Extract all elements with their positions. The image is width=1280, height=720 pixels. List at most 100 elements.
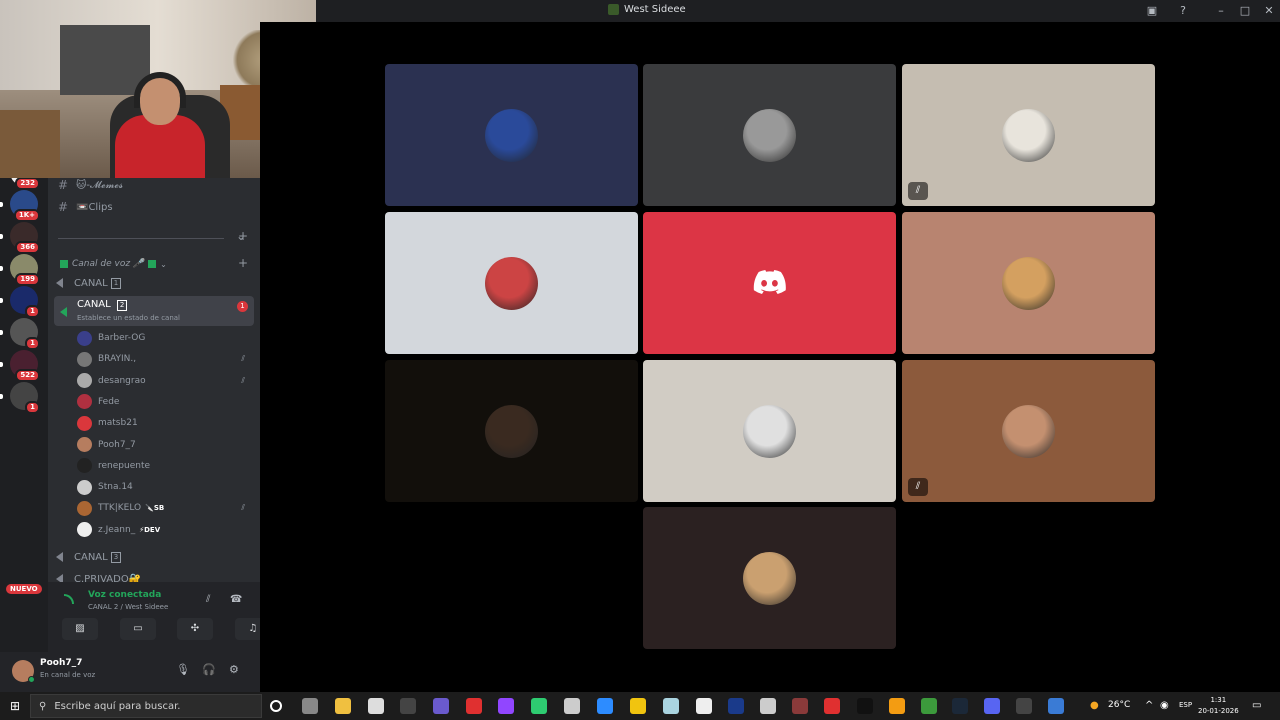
user-name[interactable]: Pooh7_7 [40, 658, 82, 668]
channel-status[interactable]: Establece un estado de canal [77, 314, 180, 322]
app-icon[interactable] [400, 698, 416, 714]
inbox-icon[interactable]: ▣ [1144, 3, 1160, 19]
settings-gear-icon[interactable]: ⚙ [229, 663, 239, 676]
participant-tile[interactable] [643, 64, 896, 206]
voice-channel-canal-2[interactable]: CANAL 2 Establece un estado de canal 1 [54, 296, 254, 326]
weather-icon[interactable]: ● [1090, 700, 1099, 711]
zoom-icon[interactable] [597, 698, 613, 714]
channel-name-active: CANAL 2 [77, 299, 128, 311]
chevron-down-icon: ⌄ [160, 259, 167, 269]
language-indicator[interactable]: ESP [1179, 701, 1192, 709]
chrome-icon[interactable] [1048, 698, 1064, 714]
notepad-icon[interactable] [368, 698, 384, 714]
taskbar-search-box[interactable]: ⚲ Escribe aquí para buscar. [30, 694, 262, 718]
maximize-button[interactable]: □ [1237, 3, 1253, 19]
discord-icon[interactable] [984, 698, 1000, 714]
participant-tile[interactable] [643, 507, 896, 649]
participant-tile[interactable] [902, 212, 1155, 354]
voice-channel-canal-3[interactable]: CANAL 3 [56, 547, 254, 567]
server-badge: 232 [15, 177, 40, 190]
copilot-icon[interactable] [433, 698, 449, 714]
voice-user[interactable]: Fede [77, 392, 255, 412]
temperature[interactable]: 26°C [1108, 700, 1130, 710]
add-voice-channel-icon[interactable]: + [238, 256, 248, 270]
participant-tile[interactable] [385, 212, 638, 354]
minimize-button[interactable]: – [1213, 3, 1229, 19]
participant-tile[interactable] [643, 212, 896, 354]
capcut-icon[interactable] [696, 698, 712, 714]
server-badge: 366 [15, 241, 40, 254]
search-placeholder: Escribe aquí para buscar. [54, 700, 181, 712]
app-icon[interactable] [792, 698, 808, 714]
server-icon[interactable]: 1 [0, 382, 40, 414]
server-icon[interactable]: 199 [0, 254, 40, 286]
voice-channel-path[interactable]: CANAL 2 / West Sideee [88, 603, 168, 611]
activities-button[interactable]: ✣ [177, 618, 213, 640]
minecraft-icon[interactable] [921, 698, 937, 714]
new-servers-badge[interactable]: NUEVO [6, 584, 42, 594]
file-explorer-icon[interactable] [335, 698, 351, 714]
disconnect-icon[interactable]: ☎ [230, 594, 242, 605]
voice-user[interactable]: BRAYIN., ⫽ [77, 349, 255, 369]
text-channel-memes[interactable]: # 🐱-𝓜𝓮𝓶𝓮𝓼 [56, 175, 254, 195]
voice-category[interactable]: Canal de voz 🎤 ⌄ [60, 259, 167, 269]
voice-user[interactable]: Pooh7_7 [77, 435, 255, 455]
app-icon[interactable] [728, 698, 744, 714]
task-view-icon[interactable] [302, 698, 318, 714]
voice-user[interactable]: z.Jeann_ ⚡DEV [77, 520, 255, 540]
app-icon[interactable] [889, 698, 905, 714]
server-icon[interactable]: 522 [0, 350, 40, 382]
voice-user[interactable]: TTK|KELO 🔪SB ⫽ [77, 498, 255, 518]
close-button[interactable]: ✕ [1261, 3, 1277, 19]
app-icon[interactable] [1016, 698, 1032, 714]
steam-icon[interactable] [952, 698, 968, 714]
twitch-icon[interactable] [498, 698, 514, 714]
add-channel-icon[interactable]: + [238, 229, 248, 243]
voice-user[interactable]: renepuente [77, 456, 255, 476]
clock[interactable]: 1:31 20-01-2026 [1198, 695, 1239, 717]
app-icon[interactable] [564, 698, 580, 714]
app-icon[interactable] [466, 698, 482, 714]
green-square-icon [148, 260, 157, 268]
settings-icon[interactable] [760, 698, 776, 714]
app-icon[interactable] [663, 698, 679, 714]
chevron-up-icon[interactable]: ^ [1145, 700, 1153, 711]
participant-tile[interactable] [643, 360, 896, 502]
tiktok-icon[interactable] [857, 698, 873, 714]
noise-suppression-icon[interactable]: ⫽ [206, 594, 210, 605]
headphones-icon[interactable]: 🎧 [202, 663, 216, 676]
user-name: TTK|KELO [98, 503, 142, 514]
participant-avatar [1002, 405, 1055, 458]
voice-user[interactable]: matsb21 [77, 413, 255, 433]
server-badge: 522 [15, 369, 40, 382]
cortana-icon[interactable] [270, 700, 282, 712]
screen-share-button[interactable]: ▭ [120, 618, 156, 640]
server-icon[interactable]: 1 [0, 318, 40, 350]
voice-user[interactable]: Stna.14 [77, 477, 255, 497]
camera-off-button[interactable]: ▨ [62, 618, 98, 640]
participant-tile[interactable]: ⫽ [902, 360, 1155, 502]
windows-start-icon[interactable]: ⊞ [10, 699, 20, 713]
muted-icon: ⫽ [241, 375, 245, 385]
participant-tile[interactable]: ⫽ [902, 64, 1155, 206]
microphone-icon[interactable]: 🎙 [176, 663, 190, 676]
text-channel-clips[interactable]: # 📼Clips [56, 197, 254, 217]
voice-user[interactable]: desangrao ⫽ [77, 371, 255, 391]
participant-tile[interactable] [385, 64, 638, 206]
user-avatar [77, 394, 92, 410]
server-badge: 1 [25, 401, 40, 414]
server-icon[interactable]: 1K+ [0, 190, 40, 222]
participant-avatar [1002, 109, 1055, 162]
server-icon[interactable]: 1 [0, 286, 40, 318]
server-icon[interactable]: 366 [0, 222, 40, 254]
voice-channel-canal-1[interactable]: CANAL 1 [56, 273, 254, 293]
sticky-notes-icon[interactable] [630, 698, 646, 714]
voice-user[interactable]: Barber-OG [77, 328, 255, 348]
help-icon[interactable]: ? [1175, 3, 1191, 19]
notifications-icon[interactable]: ▭ [1252, 700, 1261, 711]
network-icon[interactable]: ◉ [1160, 700, 1169, 711]
opera-icon[interactable] [824, 698, 840, 714]
app-icon[interactable] [531, 698, 547, 714]
participant-tile[interactable] [385, 360, 638, 502]
clock-date: 20-01-2026 [1198, 707, 1239, 715]
